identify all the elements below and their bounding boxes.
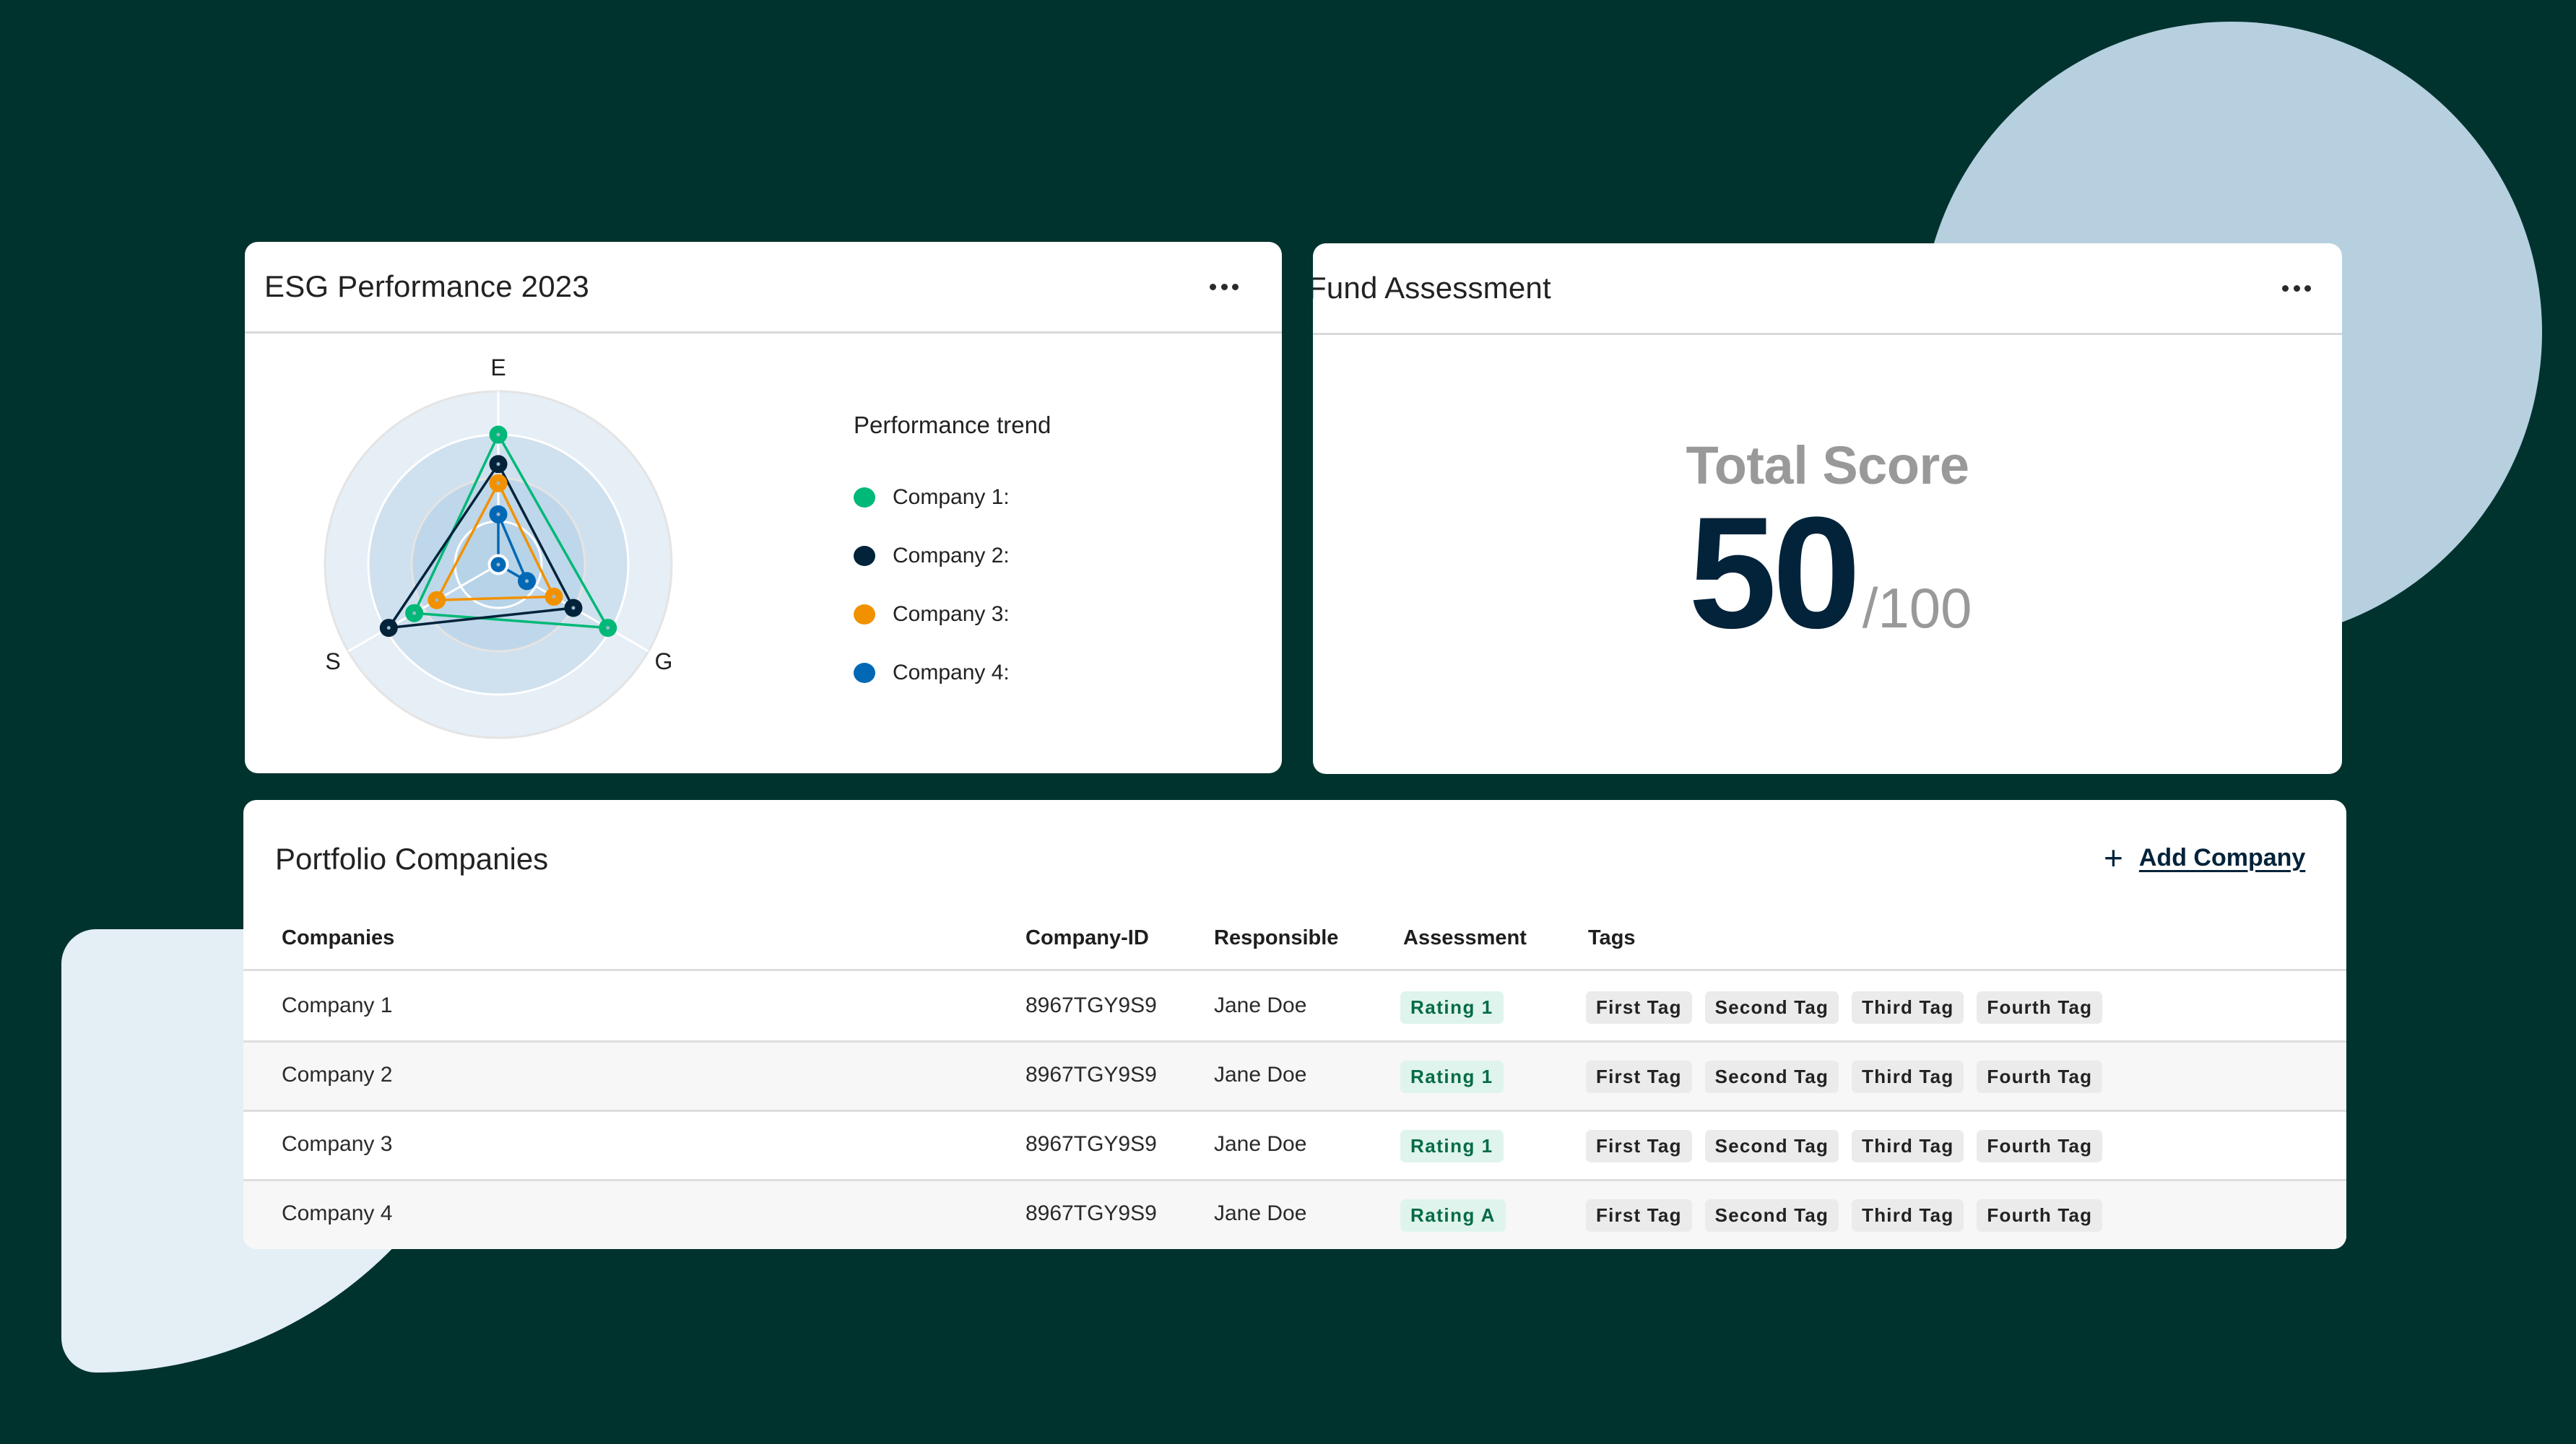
- esg-performance-card: ESG Performance 2023 EGS Performance tre…: [245, 242, 1282, 773]
- legend-title: Performance trend: [854, 412, 1051, 438]
- tag-chip[interactable]: Second Tag: [1704, 1130, 1839, 1162]
- table-row[interactable]: Company 4 8967TGY9S9 Jane Doe Rating A First…: [243, 1181, 2346, 1249]
- radar-data-point-center: [496, 462, 500, 466]
- total-score-value: 50: [1688, 484, 1861, 661]
- radar-data-point-center: [496, 481, 500, 485]
- radar-data-point-center: [496, 512, 500, 516]
- tags-cell: First Tag Second Tag Third Tag Fourth Tag: [1586, 1199, 2103, 1232]
- total-score-max: /100: [1862, 576, 1972, 640]
- company-name-cell: Company 4: [282, 1201, 393, 1225]
- radar-data-point-center: [496, 432, 500, 437]
- tag-chip[interactable]: Fourth Tag: [1977, 1130, 2103, 1162]
- legend-color-dot-icon: [854, 546, 875, 566]
- legend-item[interactable]: Company 4:: [854, 658, 1010, 687]
- radar-data-point-center: [552, 594, 556, 599]
- total-score: 50/100: [1688, 493, 1972, 652]
- legend-label: Company 1:: [893, 485, 1010, 509]
- tag-chip[interactable]: Third Tag: [1852, 1130, 1964, 1162]
- company-id-cell: 8967TGY9S9: [1025, 1132, 1157, 1156]
- add-company-button[interactable]: + Add Company: [2104, 839, 2305, 877]
- tag-chip[interactable]: Fourth Tag: [1977, 1199, 2103, 1232]
- table-row[interactable]: Company 2 8967TGY9S9 Jane Doe Rating 1 First…: [243, 1043, 2346, 1112]
- portfolio-title: Portfolio Companies: [275, 842, 549, 876]
- tag-chip[interactable]: First Tag: [1586, 1199, 1692, 1232]
- radar-data-point-center: [606, 626, 610, 630]
- portfolio-companies-card: Portfolio Companies + Add Company Compan…: [243, 800, 2346, 1249]
- tags-cell: First Tag Second Tag Third Tag Fourth Tag: [1586, 1061, 2103, 1093]
- company-id-cell: 8967TGY9S9: [1025, 1201, 1157, 1225]
- fund-card-header: Fund Assessment: [1313, 243, 2342, 335]
- assessment-badge: Rating A: [1400, 1199, 1506, 1232]
- radar-data-point-center: [571, 606, 576, 610]
- responsible-cell: Jane Doe: [1214, 1063, 1307, 1087]
- tag-chip[interactable]: Third Tag: [1852, 1199, 1964, 1232]
- company-name-cell: Company 1: [282, 993, 393, 1017]
- company-id-cell: 8967TGY9S9: [1025, 1063, 1157, 1087]
- radar-data-point-center: [496, 562, 500, 567]
- fund-assessment-card: Fund Assessment Total Score 50/100: [1313, 243, 2342, 774]
- legend-label: Company 4:: [893, 661, 1010, 684]
- assessment-badge: Rating 1: [1400, 1061, 1504, 1093]
- column-header-company-id[interactable]: Company-ID: [1025, 926, 1149, 950]
- tag-chip[interactable]: First Tag: [1586, 1130, 1692, 1162]
- column-header-responsible[interactable]: Responsible: [1214, 926, 1338, 950]
- tag-chip[interactable]: First Tag: [1586, 991, 1692, 1024]
- company-id-cell: 8967TGY9S9: [1025, 993, 1157, 1017]
- legend-item[interactable]: Company 1:: [854, 483, 1010, 512]
- tag-chip[interactable]: Fourth Tag: [1977, 1061, 2103, 1093]
- assessment-badge: Rating 1: [1400, 991, 1504, 1024]
- legend-item[interactable]: Company 3:: [854, 600, 1010, 629]
- radar-axis-label: E: [490, 355, 506, 380]
- tag-chip[interactable]: Second Tag: [1704, 1061, 1839, 1093]
- tag-chip[interactable]: Third Tag: [1852, 1061, 1964, 1093]
- more-horizontal-icon[interactable]: [2281, 279, 2312, 297]
- radar-axis-label: G: [655, 648, 673, 674]
- table-row[interactable]: Company 3 8967TGY9S9 Jane Doe Rating 1 First…: [243, 1112, 2346, 1181]
- radar-data-point-center: [524, 579, 529, 583]
- table-header: Companies Company-ID Responsible Assessm…: [243, 923, 2346, 971]
- company-name-cell: Company 2: [282, 1063, 393, 1087]
- tag-chip[interactable]: Third Tag: [1852, 991, 1964, 1024]
- tags-cell: First Tag Second Tag Third Tag Fourth Tag: [1586, 1130, 2103, 1162]
- responsible-cell: Jane Doe: [1214, 993, 1307, 1017]
- column-header-tags[interactable]: Tags: [1588, 926, 1636, 950]
- add-company-label[interactable]: Add Company: [2139, 844, 2305, 872]
- fund-card-title: Fund Assessment: [1313, 271, 1551, 305]
- radar-data-point-center: [386, 626, 391, 630]
- column-header-assessment[interactable]: Assessment: [1403, 926, 1527, 950]
- radar-data-point-center: [435, 598, 439, 602]
- legend-color-dot-icon: [854, 663, 875, 683]
- responsible-cell: Jane Doe: [1214, 1201, 1307, 1225]
- tags-cell: First Tag Second Tag Third Tag Fourth Tag: [1586, 991, 2103, 1024]
- tag-chip[interactable]: Second Tag: [1704, 991, 1839, 1024]
- assessment-badge: Rating 1: [1400, 1130, 1504, 1162]
- legend-color-dot-icon: [854, 604, 875, 625]
- company-name-cell: Company 3: [282, 1132, 393, 1156]
- legend-label: Company 3:: [893, 602, 1010, 626]
- column-header-companies[interactable]: Companies: [282, 926, 394, 950]
- radar-axis-label: S: [325, 648, 340, 674]
- tag-chip[interactable]: First Tag: [1586, 1061, 1692, 1093]
- legend-color-dot-icon: [854, 487, 875, 508]
- tag-chip[interactable]: Fourth Tag: [1977, 991, 2103, 1024]
- table-row[interactable]: Company 1 8967TGY9S9 Jane Doe Rating 1 First…: [243, 973, 2346, 1043]
- legend-label: Company 2:: [893, 544, 1010, 567]
- radar-data-point-center: [412, 611, 417, 615]
- esg-radar-chart: E G S: [324, 355, 673, 739]
- legend-item[interactable]: Company 2:: [854, 542, 1010, 570]
- tag-chip[interactable]: Second Tag: [1704, 1199, 1839, 1232]
- responsible-cell: Jane Doe: [1214, 1132, 1307, 1156]
- plus-icon: +: [2104, 839, 2123, 877]
